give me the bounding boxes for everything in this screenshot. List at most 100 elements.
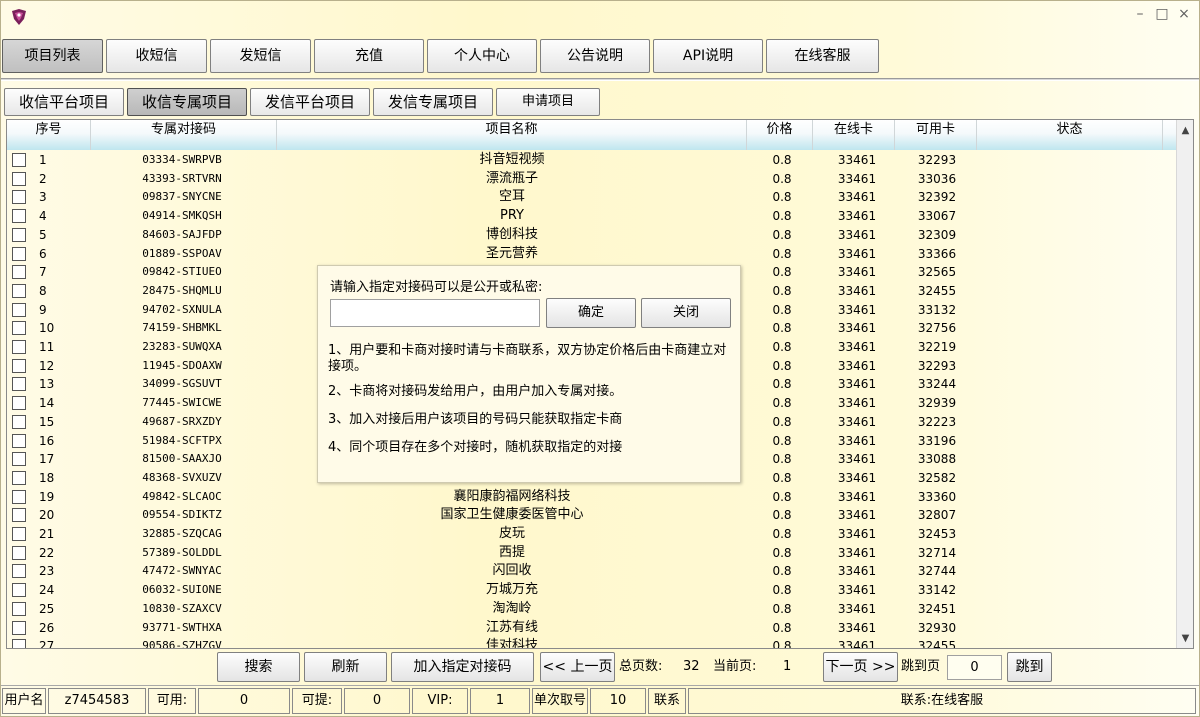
scroll-down-icon[interactable]: ▼ [1177,630,1193,647]
table-row[interactable]: 21 32885-SZQCAG 皮玩 0.8 33461 32453 [7,525,1177,544]
search-button[interactable]: 搜索 [217,652,300,682]
row-checkbox[interactable] [12,620,26,635]
row-online-cards: 33461 [837,265,877,280]
tab-receive-sms[interactable]: 收短信 [106,39,207,73]
row-checkbox[interactable] [12,452,26,467]
title-bar: – □ × [1,1,1199,35]
table-row[interactable]: 19 49842-SLCAOC 襄阳康韵福网络科技 0.8 33461 33360 [7,488,1177,507]
row-checkbox[interactable] [12,190,26,205]
subtab-receive-exclusive[interactable]: 收信专属项目 [127,88,247,116]
row-checkbox[interactable] [12,639,26,648]
subtab-apply-project[interactable]: 申请项目 [496,88,600,116]
row-price: 0.8 [772,433,792,448]
next-page-button[interactable]: 下一页 >> [823,652,898,682]
table-row[interactable]: 22 57389-SOLDDL 西提 0.8 33461 32714 [7,544,1177,563]
table-row[interactable]: 1 03334-SWRPVB 抖音短视频 0.8 33461 32293 [7,151,1177,170]
tab-online-support[interactable]: 在线客服 [766,39,879,73]
tab-recharge[interactable]: 充值 [314,39,424,73]
row-online-cards: 33461 [837,396,877,411]
row-index: 7 [39,265,47,280]
maximize-button[interactable]: □ [1151,5,1173,23]
row-project-name: 皮玩 [498,526,525,541]
row-code: 43393-SRTVRN [142,171,222,185]
tab-announcements[interactable]: 公告说明 [540,39,650,73]
table-row[interactable]: 2 43393-SRTVRN 漂流瓶子 0.8 33461 33036 [7,170,1177,189]
row-project-name: 博创科技 [485,226,538,242]
row-project-name: 圣元营养 [485,245,538,261]
row-checkbox[interactable] [12,358,26,373]
vertical-scrollbar[interactable]: ▲ ▼ [1176,120,1193,648]
header-exclusive-code[interactable]: 专属对接码 [91,120,277,150]
tab-personal-center[interactable]: 个人中心 [427,39,537,73]
header-price[interactable]: 价格 [747,120,813,150]
row-checkbox[interactable] [12,209,26,224]
row-checkbox[interactable] [12,564,26,579]
row-index: 24 [39,583,55,598]
row-available-cards: 32714 [917,545,957,560]
row-checkbox[interactable] [12,246,26,261]
row-checkbox[interactable] [12,583,26,598]
table-row[interactable]: 3 09837-SNYCNE 空耳 0.8 33461 32392 [7,188,1177,207]
subtab-send-exclusive[interactable]: 发信专属项目 [373,88,493,116]
row-code: 04914-SMKQSH [142,209,222,223]
join-code-input[interactable] [330,299,540,327]
refresh-button[interactable]: 刷新 [304,652,387,682]
table-row[interactable]: 24 06032-SUIONE 万城万充 0.8 33461 33142 [7,581,1177,600]
username-value: z7454583 [48,688,146,714]
table-row[interactable]: 27 90586-SZHZGV 佳对科技 0.8 33461 32455 [7,637,1177,648]
subtab-receive-platform[interactable]: 收信平台项目 [4,88,124,116]
header-project-name[interactable]: 项目名称 [277,120,747,150]
row-checkbox[interactable] [12,153,26,167]
row-index: 6 [39,246,47,261]
row-checkbox[interactable] [12,283,26,298]
row-checkbox[interactable] [12,470,26,485]
table-row[interactable]: 26 93771-SWTHXA 江苏有线 0.8 33461 32930 [7,619,1177,638]
row-checkbox[interactable] [12,227,26,242]
withdrawable-label: 可提: [292,688,342,714]
tab-send-sms[interactable]: 发短信 [210,39,311,73]
row-checkbox[interactable] [12,302,26,317]
row-checkbox[interactable] [12,545,26,560]
table-row[interactable]: 5 84603-SAJFDP 博创科技 0.8 33461 32309 [7,226,1177,245]
table-row[interactable]: 6 01889-SSPOAV 圣元营养 0.8 33461 33366 [7,245,1177,264]
row-checkbox[interactable] [12,489,26,504]
contact-value[interactable]: 联系:在线客服 [688,688,1196,714]
header-status[interactable]: 状态 [977,120,1163,150]
row-checkbox[interactable] [12,377,26,392]
header-online-cards[interactable]: 在线卡 [813,120,895,150]
row-checkbox[interactable] [12,414,26,429]
row-checkbox[interactable] [12,171,26,186]
minimize-button[interactable]: – [1129,5,1151,23]
row-checkbox[interactable] [12,340,26,354]
row-checkbox[interactable] [12,601,26,616]
add-code-button[interactable]: 加入指定对接码 [391,652,534,682]
header-index[interactable]: 序号 [7,120,91,150]
row-checkbox[interactable] [12,265,26,280]
table-row[interactable]: 20 09554-SDIKTZ 国家卫生健康委医管中心 0.8 33461 32807 [7,506,1177,525]
row-checkbox[interactable] [12,433,26,448]
table-row[interactable]: 23 47472-SWNYAC 闪回收 0.8 33461 32744 [7,562,1177,581]
row-price: 0.8 [772,452,792,467]
row-online-cards: 33461 [837,171,877,186]
dialog-prompt: 请输入指定对接码可以是公开或私密: [330,280,543,295]
prev-page-button[interactable]: << 上一页 [540,652,615,682]
scroll-up-icon[interactable]: ▲ [1177,122,1193,139]
confirm-button[interactable]: 确定 [546,298,636,328]
header-available-cards[interactable]: 可用卡 [895,120,977,150]
single-fetch-label: 单次取号 [532,688,588,714]
table-row[interactable]: 25 10830-SZAXCV 淘淘岭 0.8 33461 32451 [7,600,1177,619]
row-checkbox[interactable] [12,527,26,541]
row-code: 09842-STIUEO [142,265,222,279]
row-price: 0.8 [772,583,792,598]
tab-api-docs[interactable]: API说明 [653,39,763,73]
subtab-send-platform[interactable]: 发信平台项目 [250,88,370,116]
row-checkbox[interactable] [12,508,26,523]
row-checkbox[interactable] [12,321,26,336]
tab-project-list[interactable]: 项目列表 [2,39,103,73]
close-dialog-button[interactable]: 关闭 [641,298,731,328]
jump-button[interactable]: 跳到 [1007,652,1052,682]
row-checkbox[interactable] [12,396,26,411]
jump-page-input[interactable]: 0 [947,655,1002,680]
table-row[interactable]: 4 04914-SMKQSH PRY 0.8 33461 33067 [7,207,1177,226]
close-button[interactable]: × [1173,5,1195,23]
